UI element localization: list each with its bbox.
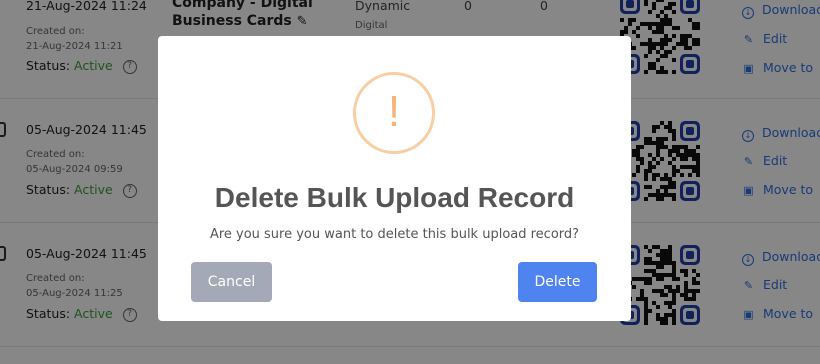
dialog-message: Are you sure you want to delete this bul…	[209, 227, 580, 242]
dialog-title: Delete Bulk Upload Record	[214, 182, 575, 213]
delete-confirm-dialog: ! Delete Bulk Upload Record Are you sure…	[158, 36, 631, 321]
warning-icon: !	[353, 72, 435, 154]
delete-button[interactable]: Delete	[518, 262, 597, 302]
cancel-button[interactable]: Cancel	[191, 262, 272, 302]
